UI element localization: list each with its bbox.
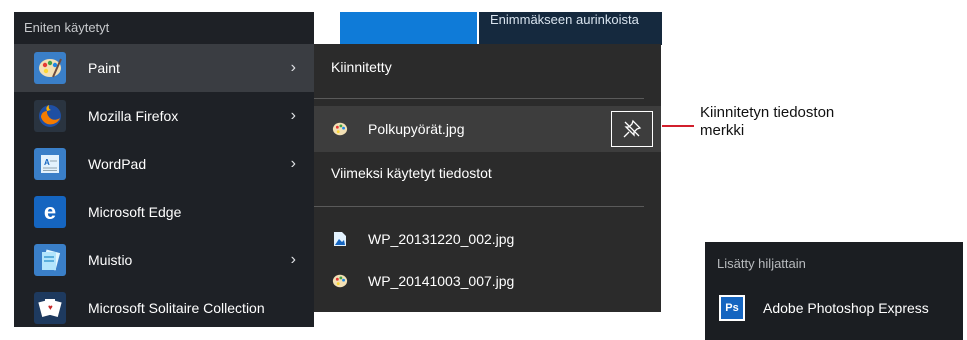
app-label: Paint (88, 60, 120, 76)
pinned-heading: Kiinnitetty (331, 59, 392, 75)
callout-line (662, 125, 694, 127)
solitaire-cards-icon: ♥ (34, 292, 66, 324)
svg-text:A: A (44, 158, 50, 167)
app-label: Adobe Photoshop Express (763, 300, 929, 316)
app-item-photoshop-express[interactable]: Ps Adobe Photoshop Express (705, 286, 963, 330)
unpin-button[interactable] (611, 111, 653, 147)
app-item-solitaire[interactable]: ♥ Microsoft Solitaire Collection (14, 284, 314, 332)
recent-files-heading: Viimeksi käytetyt tiedostot (331, 165, 492, 181)
chevron-right-icon[interactable]: › (291, 251, 296, 269)
photoshop-express-icon: Ps (719, 295, 745, 321)
app-item-paint[interactable]: Paint › (14, 44, 314, 92)
live-tile[interactable] (340, 12, 477, 45)
callout-text-line: merkki (700, 122, 745, 139)
app-label: Microsoft Solitaire Collection (88, 300, 265, 316)
most-used-heading: Eniten käytetyt (24, 20, 110, 35)
chevron-right-icon[interactable]: › (291, 155, 296, 173)
recently-added-panel: Lisätty hiljattain Ps Adobe Photoshop Ex… (705, 242, 963, 340)
jump-list-pinned-item[interactable]: Polkupyörät.jpg (314, 106, 661, 152)
jump-list-recent-item[interactable]: WP_20131220_002.jpg (314, 216, 661, 262)
chevron-right-icon[interactable]: › (291, 59, 296, 77)
weather-tile-text: Enimmäkseen aurinkoista (490, 12, 639, 27)
image-file-icon (332, 231, 348, 247)
app-label: WordPad (88, 156, 147, 172)
jump-list-recent-item[interactable]: WP_20141003_007.jpg (314, 258, 661, 304)
chevron-right-icon[interactable]: › (291, 107, 296, 125)
app-item-edge[interactable]: e Microsoft Edge (14, 188, 314, 236)
wordpad-icon: A (34, 148, 66, 180)
pin-icon (623, 119, 642, 138)
app-label: Muistio (88, 252, 133, 268)
start-menu: Eniten käytetyt Paint › Mozilla Firefox … (14, 12, 314, 327)
paint-palette-icon (332, 121, 348, 137)
paint-palette-icon (34, 52, 66, 84)
firefox-icon (34, 100, 66, 132)
file-label: WP_20131220_002.jpg (368, 231, 515, 247)
separator (314, 98, 644, 99)
file-label: WP_20141003_007.jpg (368, 273, 515, 289)
callout-label: Kiinnitetyn tiedoston merkki (700, 104, 900, 140)
app-item-firefox[interactable]: Mozilla Firefox › (14, 92, 314, 140)
edge-icon: e (34, 196, 66, 228)
svg-text:♥: ♥ (48, 303, 53, 312)
jump-list: Kiinnitetty Polkupyörät.jpg Viimeksi käy… (314, 44, 661, 312)
app-label: Mozilla Firefox (88, 108, 179, 124)
callout-text-line: Kiinnitetyn tiedoston (700, 104, 835, 121)
notepad-icon (34, 244, 66, 276)
separator (314, 206, 644, 207)
file-label: Polkupyörät.jpg (368, 121, 465, 137)
app-item-wordpad[interactable]: A WordPad › (14, 140, 314, 188)
app-item-notepad[interactable]: Muistio › (14, 236, 314, 284)
app-label: Microsoft Edge (88, 204, 182, 220)
recently-added-heading: Lisätty hiljattain (717, 256, 806, 271)
paint-palette-icon (332, 273, 348, 289)
